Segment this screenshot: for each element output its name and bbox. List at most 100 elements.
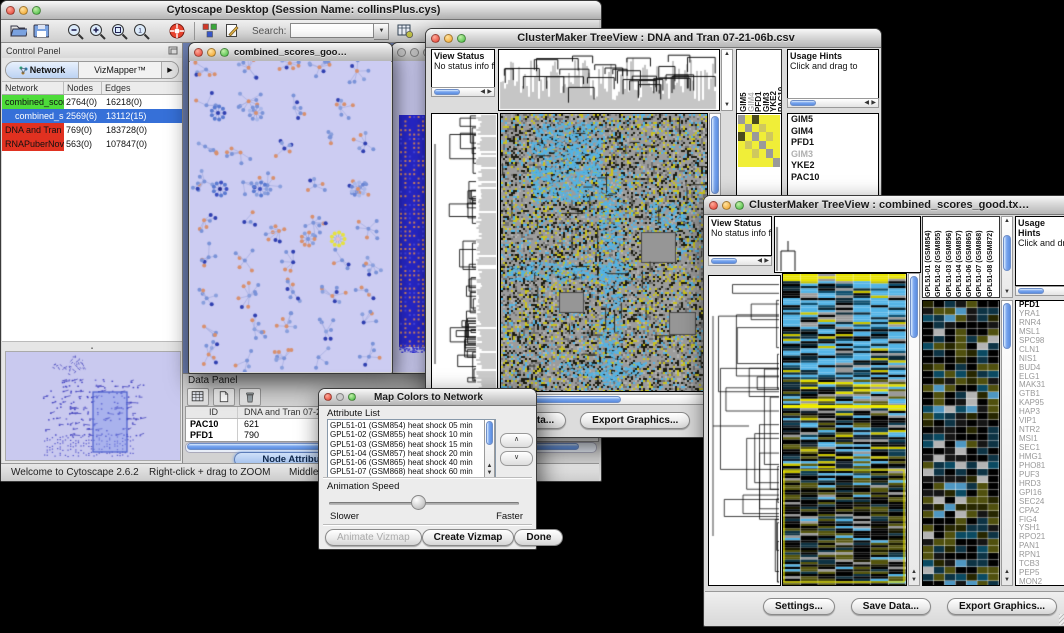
done-button[interactable]: Done [514, 529, 563, 546]
tv2-heatmap-vscrollbar[interactable]: ▲▼ [908, 273, 920, 586]
gene-label[interactable]: MON2 [1016, 578, 1064, 586]
window-controls[interactable] [1, 6, 46, 15]
network-row[interactable]: DNA and Tran 07769(0)183728(0) [2, 123, 182, 137]
save-data-button[interactable]: Save Data... [851, 598, 931, 615]
tab-vizmapper[interactable]: VizMapper™ [79, 62, 162, 78]
attribute-item[interactable]: GPL51-06 (GSM865) heat shock 40 min [330, 458, 493, 467]
close-icon[interactable] [431, 34, 440, 43]
zoom-in-icon[interactable] [87, 22, 109, 40]
attribute-item[interactable]: GPL51-03 (GSM856) heat shock 15 min [330, 440, 493, 449]
gene-label[interactable]: GIM3 [788, 149, 878, 161]
zoom-window-icon[interactable] [735, 201, 744, 210]
delete-attribute-icon[interactable] [242, 390, 258, 405]
treeview2-titlebar[interactable]: ClusterMaker TreeView : combined_scores_… [704, 196, 1064, 215]
new-attribute-icon[interactable] [216, 390, 232, 405]
help-icon[interactable] [167, 22, 189, 40]
gene-label[interactable]: GIM4 [788, 126, 878, 138]
birdseye-view[interactable] [5, 351, 181, 461]
tv2-collabel-scrollbar[interactable]: ▲▼ [1001, 216, 1013, 298]
close-icon[interactable] [194, 48, 203, 57]
tv1-top-dendrogram[interactable] [498, 49, 720, 111]
create-vizmap-button[interactable]: Create Vizmap [422, 529, 515, 546]
minimize-icon[interactable] [19, 6, 28, 15]
zoom-window-icon[interactable] [32, 6, 41, 15]
zoom-selected-icon[interactable] [109, 22, 131, 40]
delete-attribute-icon[interactable] [239, 388, 261, 406]
window-controls[interactable] [189, 48, 234, 57]
settings-button[interactable]: Settings... [763, 598, 835, 615]
tv2-row-dendrogram[interactable] [708, 275, 781, 586]
attribute-item[interactable]: GPL51-04 (GSM857) heat shock 20 min [330, 449, 493, 458]
gene-label[interactable]: GIM5 [788, 114, 878, 126]
move-up-button[interactable]: ∧ [500, 433, 533, 448]
gene-label[interactable]: YKE2 [788, 160, 878, 172]
tab-overflow-arrow[interactable]: ▶ [162, 62, 178, 78]
network-canvas-1[interactable] [190, 61, 391, 372]
save-icon[interactable] [29, 22, 49, 40]
open-icon[interactable] [7, 22, 29, 40]
zoom-actual-icon[interactable]: 1 [131, 22, 153, 40]
tv2-status-scrollbar[interactable]: ◀▶ [708, 256, 772, 266]
minimize-icon[interactable] [722, 201, 731, 210]
treeview1-titlebar[interactable]: ClusterMaker TreeView : DNA and Tran 07-… [426, 29, 881, 48]
search-dropdown-icon[interactable]: ▼ [374, 23, 389, 40]
tv2-gene-list[interactable]: PFD1YRA1RNR4MSL1SPC98CLN1NIS1BUD4ELG1MAK… [1015, 300, 1064, 586]
vizmapper-icon[interactable] [200, 22, 220, 40]
zoom-out-icon[interactable] [65, 22, 87, 40]
tv1-status-scrollbar[interactable]: ◀▶ [431, 87, 495, 97]
zoom-out-icon[interactable] [65, 22, 85, 40]
close-icon[interactable] [6, 6, 15, 15]
tv1-row-dendrogram[interactable] [431, 113, 498, 392]
new-attribute-icon[interactable] [213, 388, 235, 406]
dialog-titlebar[interactable]: Map Colors to Network [319, 389, 536, 406]
tv2-heatmap[interactable] [782, 273, 907, 586]
minimize-icon[interactable] [444, 34, 453, 43]
save-icon[interactable] [29, 22, 51, 40]
animate-vizmap-button[interactable]: Animate Vizmap [325, 529, 422, 546]
attribute-listbox[interactable]: GPL51-01 (GSM854) heat shock 05 minGPL51… [327, 419, 496, 479]
tv1-mini-scrollbar[interactable]: ▲▼ [721, 49, 733, 111]
tv1-usage-scrollbar[interactable]: ◀▶ [787, 98, 879, 108]
attribute-grid-icon[interactable] [187, 388, 209, 406]
vizmapper-icon[interactable] [200, 22, 222, 40]
network-window-1-titlebar[interactable]: combined_scores_good.txt--cluste... [189, 43, 392, 62]
tv2-zoom-vscrollbar[interactable]: ▲▼ [1001, 300, 1013, 586]
import-table-icon[interactable] [395, 22, 415, 40]
attribute-grid-icon[interactable] [190, 390, 206, 405]
close-icon[interactable] [709, 201, 718, 210]
zoom-in-icon[interactable] [87, 22, 107, 40]
tv1-correlation-matrix[interactable] [737, 114, 781, 168]
zoom-window-icon[interactable] [457, 34, 466, 43]
attribute-item[interactable]: GPL51-07 (GSM868) heat shock 60 min [330, 467, 493, 476]
main-titlebar[interactable]: Cytoscape Desktop (Session Name: collins… [1, 1, 601, 20]
export-graphics-button[interactable]: Export Graphics... [947, 598, 1057, 615]
network-row[interactable]: combined_sco2569(6)13112(15) [2, 109, 182, 123]
annotation-icon[interactable] [222, 22, 244, 40]
zoom-window-icon[interactable] [220, 48, 229, 57]
search-input[interactable] [290, 23, 374, 38]
annotation-icon[interactable] [222, 22, 242, 40]
resize-grip[interactable] [1059, 614, 1064, 625]
attribute-item[interactable]: GPL51-01 (GSM854) heat shock 05 min [330, 421, 493, 430]
network-row[interactable]: RNAPuberNov2+563(0)107847(0) [2, 137, 182, 151]
window-controls[interactable] [704, 201, 749, 210]
move-down-button[interactable]: ∨ [500, 451, 533, 466]
close-icon[interactable] [324, 393, 332, 401]
float-panel-icon[interactable] [168, 46, 178, 55]
tv1-heatmap[interactable] [500, 113, 708, 392]
tab-network[interactable]: Network [6, 62, 79, 78]
zoom-actual-icon[interactable]: 1 [131, 22, 151, 40]
open-icon[interactable] [7, 22, 27, 40]
attribute-item[interactable]: GPL51-02 (GSM855) heat shock 10 min [330, 430, 493, 439]
import-table-icon[interactable] [395, 22, 417, 40]
tv2-usage-scrollbar[interactable] [1015, 286, 1064, 296]
network-row[interactable]: combined_scores_2764(0)16218(0) [2, 95, 182, 109]
attribute-list-scrollbar[interactable]: ▲▼ [484, 420, 495, 478]
tv2-top-dendrogram[interactable] [774, 216, 921, 273]
tv2-zoom-heatmap[interactable] [922, 300, 1000, 586]
gene-label[interactable]: PAC10 [788, 172, 878, 184]
zoom-window-icon[interactable] [348, 393, 356, 401]
gene-label[interactable]: PFD1 [788, 137, 878, 149]
export-graphics-button[interactable]: Export Graphics... [580, 412, 690, 429]
window-controls[interactable] [319, 393, 361, 401]
